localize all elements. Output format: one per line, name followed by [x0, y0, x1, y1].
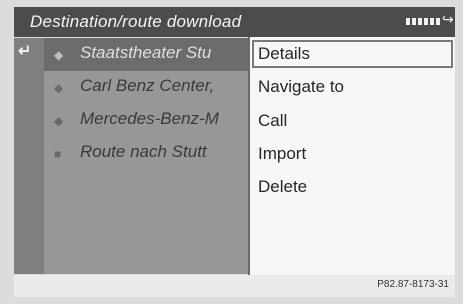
menu-item-call[interactable]: Call	[258, 111, 287, 131]
title-bar: Destination/route download ↪	[14, 7, 455, 37]
destination-icon: ◆	[54, 81, 64, 95]
list-item[interactable]: ◆ Carl Benz Center,	[44, 71, 250, 104]
list-item-label: Route nach Stutt	[80, 142, 207, 161]
destination-icon: ◆	[54, 114, 64, 128]
list-item[interactable]: ■ Route nach Stutt	[44, 137, 250, 170]
navigation-screen: Destination/route download ↪ ↵ ◆ Staatst…	[0, 0, 463, 304]
list-item[interactable]: ◆ Mercedes-Benz-M	[44, 104, 250, 137]
menu-item-import[interactable]: Import	[258, 144, 306, 164]
context-menu: Details Navigate to Call Import Delete	[248, 37, 455, 275]
list-item-label: Staatstheater Stu	[80, 43, 212, 62]
list-item-label: Carl Benz Center,	[80, 76, 215, 95]
menu-item-details[interactable]: Details	[252, 40, 453, 68]
footer: P82.87-8173-31	[14, 275, 455, 297]
menu-item-navigate-to[interactable]: Navigate to	[258, 77, 344, 97]
route-icon: ■	[54, 147, 62, 161]
destination-icon: ◆	[54, 48, 64, 62]
back-icon[interactable]: ↵	[18, 41, 31, 61]
destination-list: ◆ Staatstheater Stu ◆ Carl Benz Center, …	[44, 38, 250, 274]
menu-item-delete[interactable]: Delete	[258, 177, 307, 197]
side-column: ↵	[14, 38, 44, 274]
figure-code: P82.87-8173-31	[377, 279, 449, 290]
signal-strength-icon	[406, 18, 440, 25]
list-item-label: Mercedes-Benz-M	[80, 109, 219, 128]
page-title: Destination/route download	[30, 12, 242, 31]
list-item[interactable]: ◆ Staatstheater Stu	[44, 38, 250, 71]
phone-connection-icon: ↪	[442, 11, 454, 27]
